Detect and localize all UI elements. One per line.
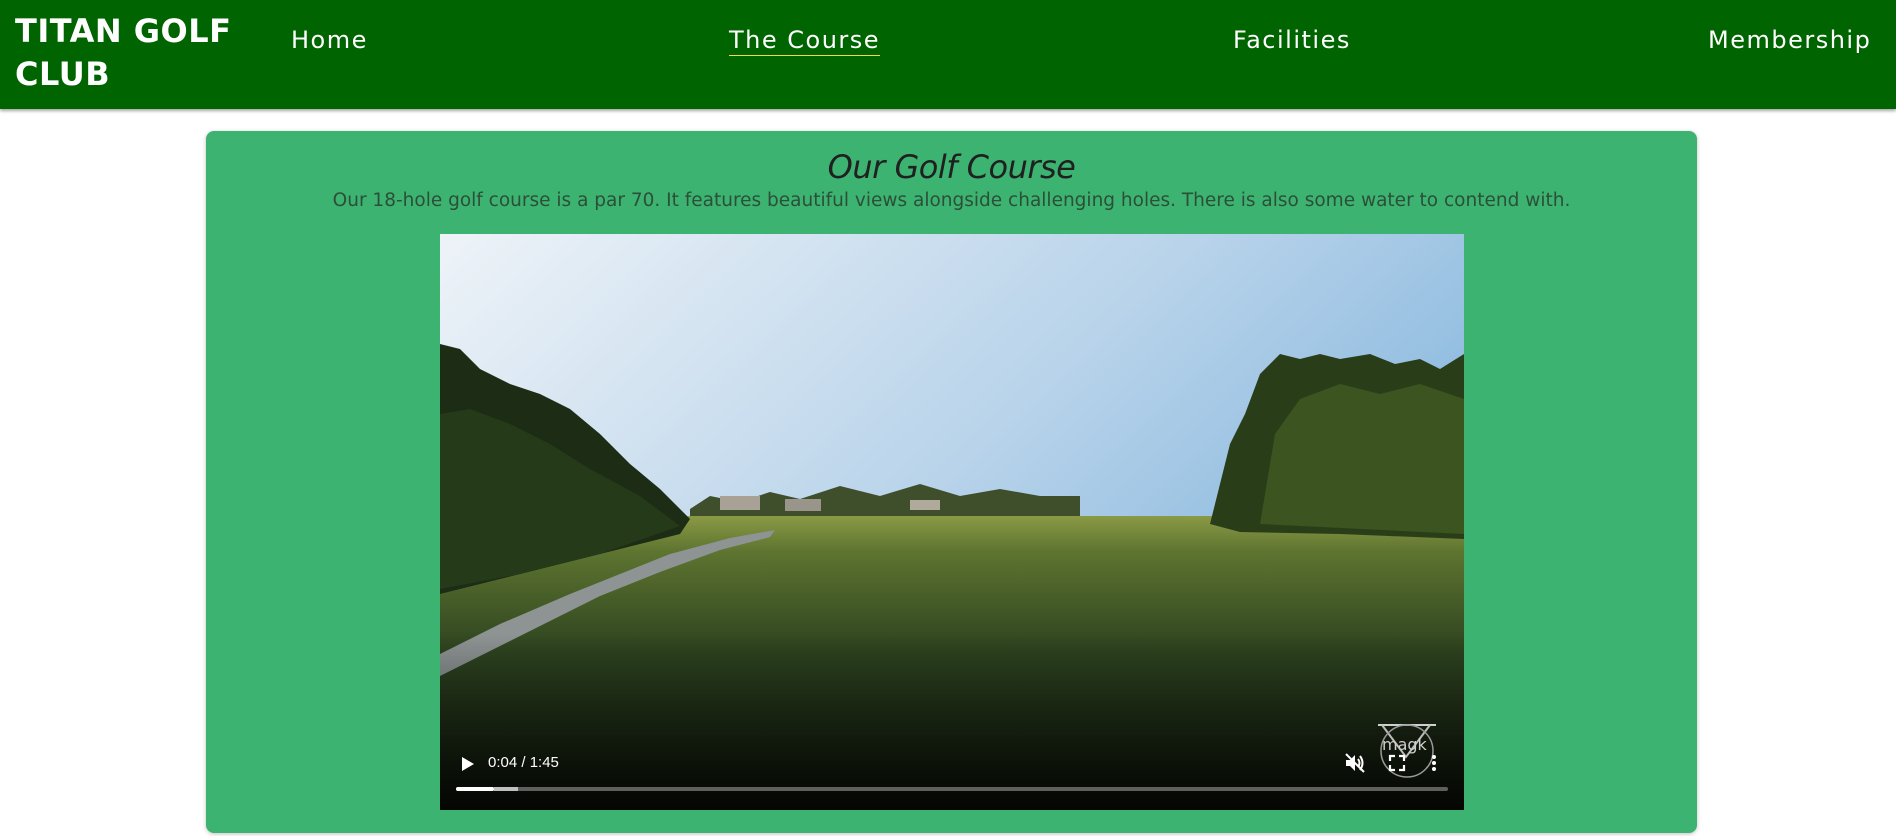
site-brand[interactable]: TITAN GOLF CLUB xyxy=(15,10,255,96)
nav-link-facilities[interactable]: Facilities xyxy=(1233,26,1351,55)
play-icon[interactable] xyxy=(456,753,478,775)
nav-link-home[interactable]: Home xyxy=(291,26,368,55)
more-options-icon[interactable] xyxy=(1425,752,1443,774)
video-frame-golf-fairway xyxy=(440,234,1464,810)
course-video-player[interactable]: magk 0:04 / 1:45 xyxy=(440,234,1464,810)
section-description: Our 18-hole golf course is a par 70. It … xyxy=(332,190,1571,211)
nav-link-membership[interactable]: Membership xyxy=(1708,26,1871,55)
nav-link-the-course[interactable]: The Course xyxy=(729,26,881,56)
progress-played xyxy=(456,787,494,791)
section-title: Our Golf Course xyxy=(827,148,1076,186)
muted-volume-icon[interactable] xyxy=(1343,751,1367,775)
fullscreen-icon[interactable] xyxy=(1386,752,1408,774)
navbar: TITAN GOLF CLUB Home The Course Faciliti… xyxy=(0,0,1896,109)
video-time-display: 0:04 / 1:45 xyxy=(488,754,559,771)
course-section-card: Our Golf Course Our 18-hole golf course … xyxy=(206,131,1697,833)
progress-buffered xyxy=(493,787,519,791)
video-progress-bar[interactable] xyxy=(456,787,1448,791)
